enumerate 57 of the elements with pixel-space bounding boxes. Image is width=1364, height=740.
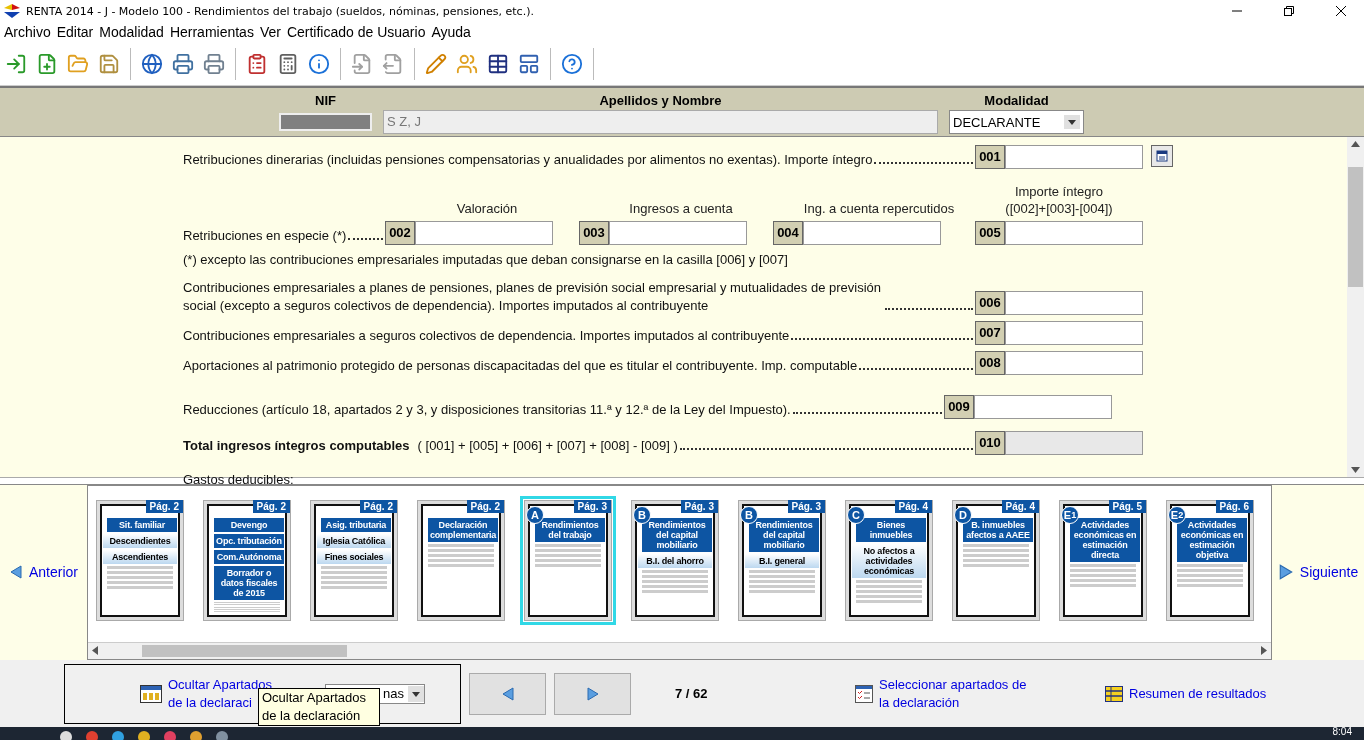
page-number: Pág. 2	[466, 499, 504, 513]
section-label: No afectos a actividades económicas	[852, 543, 926, 578]
page-counter: 7 / 62	[675, 686, 709, 701]
page-number: Pág. 2	[252, 499, 290, 513]
page-number: Pág. 4	[894, 499, 932, 513]
page-number: Pág. 2	[359, 499, 397, 513]
section-label: B.I. del ahorro	[638, 553, 712, 568]
window-title: RENTA 2014 - J - Modelo 100 - Rendimientos del trabajo (sueldos, nóminas, pensiones, etc.).	[26, 4, 535, 18]
box-number: 002	[385, 220, 415, 245]
modality-label: Modalidad	[983, 92, 1050, 108]
section-label: Asig. tributaria	[321, 517, 391, 532]
box-number: 007	[975, 320, 1005, 345]
section-label: Opc. tributación	[214, 533, 284, 548]
page-number: Pág. 3	[573, 499, 611, 513]
field-label: Contribuciones empresariales a seguros colectivos de dependencia. Importes imputados al contribuyente	[183, 326, 790, 345]
box-number: 005	[975, 220, 1005, 245]
box-number: 001	[975, 144, 1005, 169]
field-label: Aportaciones al patrimonio protegido de personas discapacitadas del que es titular el contribuyente. Imp. computable	[183, 356, 858, 375]
field-label: Contribuciones empresariales a planes de pensiones, planes de previsión social empresarial y mutualidades de previsión social (excepto a seguros colectivos de dependencia). Importes imputados al contribuyente	[183, 278, 883, 315]
page-number: Pág. 3	[787, 499, 825, 513]
field-label: Retribuciones dinerarias (incluidas pensiones compensatorias y anualidades por alimentos no exentas). Importe íntegro	[183, 150, 873, 169]
column-header: Importe íntegro ([002]+[003]-[004])	[1004, 182, 1114, 217]
formula-text: ( [001] + [005] + [006] + [007] + [008] - [009] )	[417, 436, 678, 455]
field-label: Total ingresos íntegros computables	[183, 436, 410, 455]
section-label: Declaración complementaria	[428, 517, 498, 542]
section-label: Borrador o datos fiscales de 2015	[214, 565, 284, 600]
footnote-text: (*) excepto las contribuciones empresariales imputadas que deban consignarse en la casilla [006] y [007]	[183, 250, 788, 269]
section-label: B.I. general	[745, 553, 819, 568]
box-number: 003	[579, 220, 609, 245]
select-value: nas	[383, 686, 404, 701]
section-label: Iglesia Católica	[317, 533, 391, 548]
field-label: Retribuciones en especie (*)	[183, 226, 347, 245]
section-label: Ascendientes	[103, 549, 177, 564]
page-number: Pág. 2	[145, 499, 183, 513]
box-number: 010	[975, 430, 1005, 455]
column-header: Valoración	[455, 199, 519, 217]
section-label: Sit. familiar	[107, 517, 177, 532]
section-heading: Gastos deducibles:	[183, 470, 294, 489]
box-number: 006	[975, 290, 1005, 315]
section-label: Descendientes	[103, 533, 177, 548]
box-number: 008	[975, 350, 1005, 375]
field-label: Reducciones (artículo 18, apartados 2 y 3, y disposiciones transitorias 11.ª y 12.ª de la Ley del Impuesto).	[183, 400, 791, 419]
column-header: Ing. a cuenta repercutidos	[802, 199, 956, 217]
section-label: Devengo	[214, 517, 284, 532]
section-label: Com.Autónoma	[214, 549, 284, 564]
box-number: 009	[944, 394, 974, 419]
box-number: 004	[773, 220, 803, 245]
page-number: Pág. 3	[680, 499, 718, 513]
clock-text: 8:04	[1332, 727, 1352, 738]
page-number: Pág. 4	[1001, 499, 1039, 513]
page-number: Pág. 6	[1215, 499, 1253, 513]
column-header: Ingresos a cuenta	[628, 199, 734, 217]
section-label: Fines sociales	[317, 549, 391, 564]
tooltip: Ocultar Apartados de la declaración	[258, 687, 380, 726]
page-number: Pág. 5	[1108, 499, 1146, 513]
name-label: Apellidos y Nombre	[598, 92, 723, 108]
nif-label: NIF	[314, 92, 337, 108]
